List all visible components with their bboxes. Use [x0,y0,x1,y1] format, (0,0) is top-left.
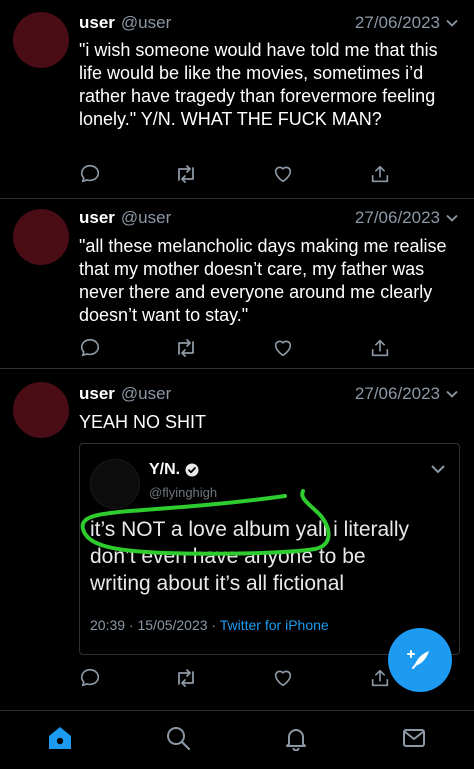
notifications-icon[interactable] [281,723,311,753]
user-handle: @user [120,384,172,403]
user-handle: @user [120,208,172,227]
quoted-meta: 20:39 · 15/05/2023 · Twitter for iPhone [90,617,329,633]
retweet-icon[interactable] [172,664,200,692]
tweet-text: "all these melancholic days making me re… [79,236,447,325]
tweet-date: 27/06/2023 [354,13,440,32]
search-icon[interactable] [163,723,193,753]
quoted-tweet[interactable]: Y/N. @flyinghigh it’s NOT a love album y… [79,443,460,655]
reply-icon[interactable] [76,664,104,692]
reply-icon[interactable] [76,334,104,362]
avatar[interactable] [13,382,69,438]
home-icon[interactable] [45,723,75,753]
chevron-down-icon[interactable] [444,15,460,31]
chevron-down-icon[interactable] [429,460,447,483]
tweet-1[interactable]: user @user 27/06/2023 "i wish someone wo… [0,0,474,200]
share-icon[interactable] [366,334,394,362]
share-icon[interactable] [366,160,394,188]
tweet-text: "i wish someone would have told me that … [79,40,438,129]
retweet-icon[interactable] [172,334,200,362]
like-icon[interactable] [269,664,297,692]
reply-icon[interactable] [76,160,104,188]
verified-icon [185,463,199,477]
quoted-source[interactable]: Twitter for iPhone [220,617,329,633]
bottom-nav [0,710,474,769]
compose-icon [406,646,434,674]
compose-button[interactable] [388,628,452,692]
messages-icon[interactable] [399,723,429,753]
user-handle: @user [120,13,172,32]
quoted-timestamp: 20:39 · 15/05/2023 · [90,617,220,633]
user-name[interactable]: user [79,384,115,404]
user-name[interactable]: user [79,13,115,33]
tweet-2[interactable]: user @user 27/06/2023 "all these melanch… [0,199,474,369]
chevron-down-icon[interactable] [444,210,460,226]
quoted-user-name[interactable]: Y/N. [149,461,180,479]
avatar[interactable] [13,209,69,265]
tweet-date: 27/06/2023 [354,384,440,403]
like-icon[interactable] [269,160,297,188]
chevron-down-icon[interactable] [444,386,460,402]
tweet-date: 27/06/2023 [354,208,440,227]
like-icon[interactable] [269,334,297,362]
tweet-text: YEAH NO SHIT [79,412,207,432]
user-name[interactable]: user [79,208,115,228]
avatar[interactable] [13,12,69,68]
annotation-circle [80,489,331,556]
retweet-icon[interactable] [172,160,200,188]
